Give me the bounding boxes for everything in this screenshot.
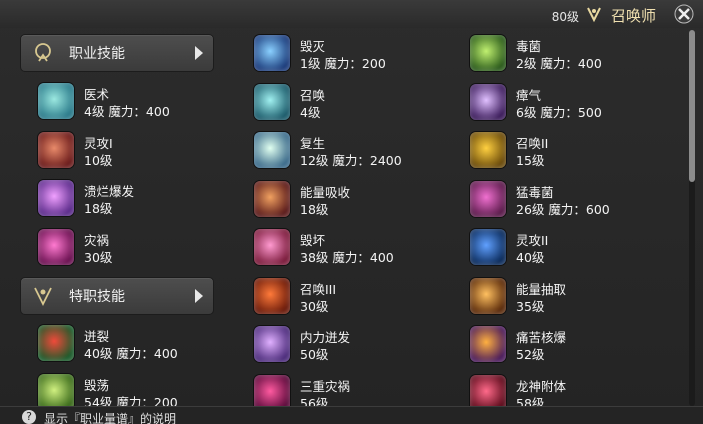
expand-arrow-icon [195,289,203,303]
category-label: 职业技能 [69,46,125,62]
skill-item[interactable]: 灾祸 30级 [28,226,228,270]
skill-item[interactable]: 毁坏 38级 魔力：400 [244,226,444,270]
category-label: 特职技能 [69,289,125,305]
skills-window: 80级 召唤师 职业技能 特职技能 医术 4级 魔力：400 灵攻I 10级 溃… [0,0,703,424]
skill-item[interactable]: 复生 12级 魔力：2400 [244,129,444,173]
skill-item[interactable]: 痛苦核爆 52级 [460,323,660,367]
skill-level-cost: 26级 魔力：600 [516,201,610,217]
skill-level-cost: 12级 魔力：2400 [300,153,402,168]
skill-item[interactable]: 龙神附体 58级 [460,372,660,407]
skill-icon[interactable] [470,83,506,120]
skill-icon[interactable] [470,35,506,71]
skill-icon[interactable] [470,132,506,168]
skill-item[interactable]: 医术 4级 魔力：400 [28,80,228,124]
category-special-job-skills[interactable]: 特职技能 [20,277,214,315]
footer-help-text[interactable]: 显示『职业量谱』的说明 [44,410,176,424]
skill-level-cost: 50级 [300,347,329,362]
skill-level-cost: 35级 [516,298,545,314]
skill-icon[interactable] [38,325,74,361]
skill-icon[interactable] [38,228,74,265]
skill-icon[interactable] [38,83,74,119]
skill-level-cost: 18级 [300,201,329,217]
skill-item[interactable]: 内力迸发 50级 [244,323,444,367]
skill-level-cost: 1级 魔力：200 [300,56,386,71]
skill-level-cost: 38级 魔力：400 [300,250,394,265]
skill-level-cost: 40级 魔力：400 [84,346,178,361]
skill-item[interactable]: 三重灾祸 56级 [244,372,444,407]
skill-icon[interactable] [470,180,506,217]
job-level: 80级 [551,10,579,24]
skill-icon[interactable] [470,374,506,406]
category-job-skills[interactable]: 职业技能 [20,34,214,72]
job-skill-icon [35,43,51,62]
skill-item[interactable]: 毁荡 54级 魔力：200 [28,371,228,407]
skill-item[interactable]: 迸裂 40级 魔力：400 [28,322,228,366]
close-icon[interactable] [673,3,695,25]
skill-level-cost: 6级 魔力：500 [516,104,602,120]
skill-icon[interactable] [38,180,74,216]
skill-icon[interactable] [470,326,506,362]
skill-level-cost: 10级 [84,152,113,168]
skill-icon[interactable] [254,277,290,314]
skill-icon[interactable] [470,277,506,314]
skill-level-cost: 15级 [516,153,545,168]
skill-item[interactable]: 召唤III 30级 [244,275,444,319]
skill-icon[interactable] [254,326,290,362]
skill-item[interactable]: 能量吸收 18级 [244,178,444,222]
skill-level-cost: 18级 [84,201,113,216]
job-name: 召唤师 [610,7,656,25]
skill-level-cost: 30级 [84,249,113,265]
skill-item[interactable]: 溃烂爆发 18级 [28,177,228,221]
skill-item[interactable]: 召唤 4级 [244,81,444,125]
scroll-thumb[interactable] [689,30,695,182]
skill-icon[interactable] [254,132,290,168]
skill-level-cost: 4级 [300,104,321,120]
skill-icon[interactable] [254,35,290,71]
skill-item[interactable]: 能量抽取 35级 [460,275,660,319]
skill-level-cost: 54级 魔力：200 [84,394,178,407]
skill-item[interactable]: 召唤II 15级 [460,129,660,173]
help-icon[interactable]: ? [22,410,36,424]
skill-item[interactable]: 灵攻I 10级 [28,129,228,173]
summoner-job-icon [587,7,601,23]
scrollbar[interactable] [689,30,695,406]
skill-item[interactable]: 毁灭 1级 魔力：200 [244,32,444,76]
skill-item[interactable]: 毒菌 2级 魔力：400 [460,32,660,76]
skill-list: 职业技能 特职技能 医术 4级 魔力：400 灵攻I 10级 溃烂爆发 18级 灾祸 30级 … [14,30,690,406]
skill-level-cost: 4级 魔力：400 [84,104,170,119]
skill-icon[interactable] [38,373,74,406]
skill-icon[interactable] [38,131,74,168]
skill-item[interactable]: 灵攻II 40级 [460,226,660,270]
skill-item[interactable]: 猛毒菌 26级 魔力：600 [460,178,660,222]
skill-level-cost: 30级 [300,298,329,314]
skill-icon[interactable] [254,374,290,406]
skill-level-cost: 52级 [516,347,545,362]
skill-icon[interactable] [470,229,506,265]
skill-level-cost: 58级 [516,395,545,407]
skill-item[interactable]: 瘴气 6级 魔力：500 [460,81,660,125]
skill-icon[interactable] [254,229,290,265]
skill-level-cost: 40级 [516,250,545,265]
footer: ? 显示『职业量谱』的说明 [0,406,703,424]
skill-icon[interactable] [254,180,290,217]
expand-arrow-icon [195,46,203,60]
titlebar: 80级 召唤师 [0,0,703,28]
skill-level-cost: 2级 魔力：400 [516,56,602,71]
skill-level-cost: 56级 [300,395,329,407]
skill-icon[interactable] [254,83,290,120]
special-job-skill-icon [34,287,52,307]
